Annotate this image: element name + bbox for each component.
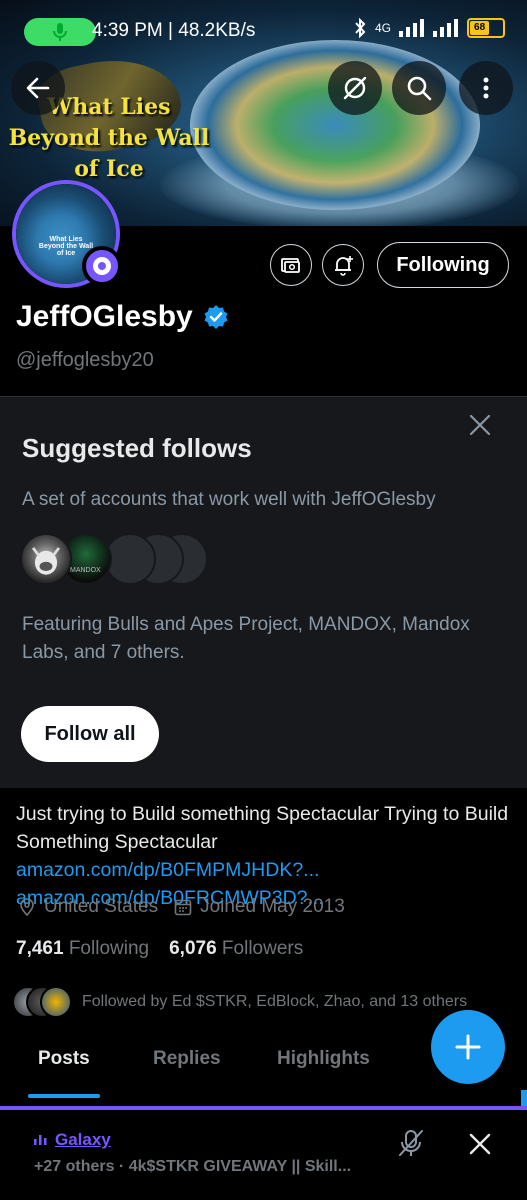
display-name: JeffOGlesby — [16, 300, 229, 334]
location: United States — [18, 896, 158, 918]
close-space-icon[interactable] — [466, 1130, 494, 1158]
follower-avatar-3 — [40, 986, 72, 1018]
location-pin-icon — [20, 898, 34, 916]
calendar-icon — [174, 899, 192, 916]
followers-label: Followers — [221, 938, 304, 959]
microphone-icon — [53, 23, 67, 41]
tab-highlights[interactable]: Highlights — [277, 1036, 370, 1082]
join-date: Joined May 2013 — [174, 896, 345, 918]
audio-bars-icon — [34, 1135, 47, 1145]
status-icons: 4G 68 — [353, 18, 505, 38]
bio-text: Just trying to Build something Spectacul… — [16, 803, 509, 853]
bio-link-1[interactable]: amazon.com/dp/B0FMPMJHDK?... — [16, 859, 319, 881]
bell-plus-icon — [335, 256, 353, 276]
profile-meta: United States Joined May 2013 — [18, 896, 345, 918]
user-handle: @jeffoglesby20 — [16, 349, 154, 371]
more-vertical-icon — [483, 77, 489, 99]
arrow-left-icon — [26, 77, 50, 99]
mic-muted-icon[interactable] — [396, 1128, 426, 1158]
following-count: 7,461 — [16, 938, 64, 959]
suggested-avatars: MANDOX — [20, 533, 220, 585]
spaces-live-badge[interactable] — [82, 246, 122, 286]
join-date-text: Joined May 2013 — [200, 896, 345, 917]
grok-icon — [343, 76, 367, 100]
plus-icon — [455, 1034, 481, 1060]
network-type: 4G — [374, 21, 391, 35]
mic-active-indicator[interactable] — [24, 18, 96, 46]
suggested-follows-title: Suggested follows — [22, 433, 252, 463]
spaces-dock[interactable]: Galaxy +27 others · 4k$STKR GIVEAWAY || … — [0, 1110, 527, 1200]
grok-button[interactable] — [328, 61, 382, 115]
location-text: United States — [44, 896, 159, 917]
followers-stat[interactable]: 6,076 Followers — [169, 938, 303, 960]
follow-stats: 7,461 Following 6,076 Followers — [16, 938, 303, 960]
suggested-follows-subtitle: A set of accounts that work well with Je… — [22, 489, 436, 510]
tab-replies[interactable]: Replies — [153, 1036, 221, 1082]
search-button[interactable] — [392, 61, 446, 115]
suggested-follows-card: Suggested follows A set of accounts that… — [0, 396, 527, 788]
battery-icon: 68 — [467, 18, 505, 38]
search-icon — [407, 76, 432, 101]
followers-count: 6,076 — [169, 938, 217, 959]
signal-icon — [399, 19, 424, 37]
status-bar: 4:39 PM | 48.2KB/s 4G 68 — [0, 0, 527, 62]
verified-badge-icon[interactable] — [203, 304, 229, 330]
followed-by-text: Followed by Ed $STKR, EdBlock, Zhao, and… — [82, 993, 468, 1010]
followed-by-avatars — [12, 986, 74, 1018]
tab-posts[interactable]: Posts — [28, 1036, 100, 1098]
status-time-speed: 4:39 PM | 48.2KB/s — [92, 20, 256, 41]
following-button[interactable]: Following — [377, 242, 509, 288]
space-host-name[interactable]: Galaxy — [55, 1130, 111, 1150]
more-options-button[interactable] — [459, 61, 513, 115]
notifications-button[interactable] — [322, 244, 364, 286]
following-stat[interactable]: 7,461 Following — [16, 938, 149, 960]
suggested-avatar-bulls-apes[interactable] — [20, 533, 72, 585]
spaces-badge-icon — [93, 257, 111, 275]
subscribe-button[interactable] — [270, 244, 312, 286]
money-icon — [281, 258, 300, 273]
back-button[interactable] — [11, 61, 65, 115]
followed-by[interactable]: Followed by Ed $STKR, EdBlock, Zhao, and… — [12, 986, 467, 1018]
close-icon[interactable] — [466, 411, 494, 439]
display-name-text: JeffOGlesby — [16, 300, 193, 333]
following-label: Following — [68, 938, 150, 959]
space-description: +27 others · 4k$STKR GIVEAWAY || Skill..… — [34, 1158, 352, 1175]
banner-flat-earth-image — [190, 40, 480, 210]
mandox-label: MANDOX — [70, 567, 101, 574]
compose-button[interactable] — [431, 1010, 505, 1084]
follow-all-button[interactable]: Follow all — [21, 706, 159, 762]
gorilla-icon — [31, 547, 61, 575]
suggested-featuring-text: Featuring Bulls and Apes Project, MANDOX… — [22, 614, 470, 663]
signal-icon-2 — [433, 19, 458, 37]
bluetooth-icon — [355, 18, 366, 38]
